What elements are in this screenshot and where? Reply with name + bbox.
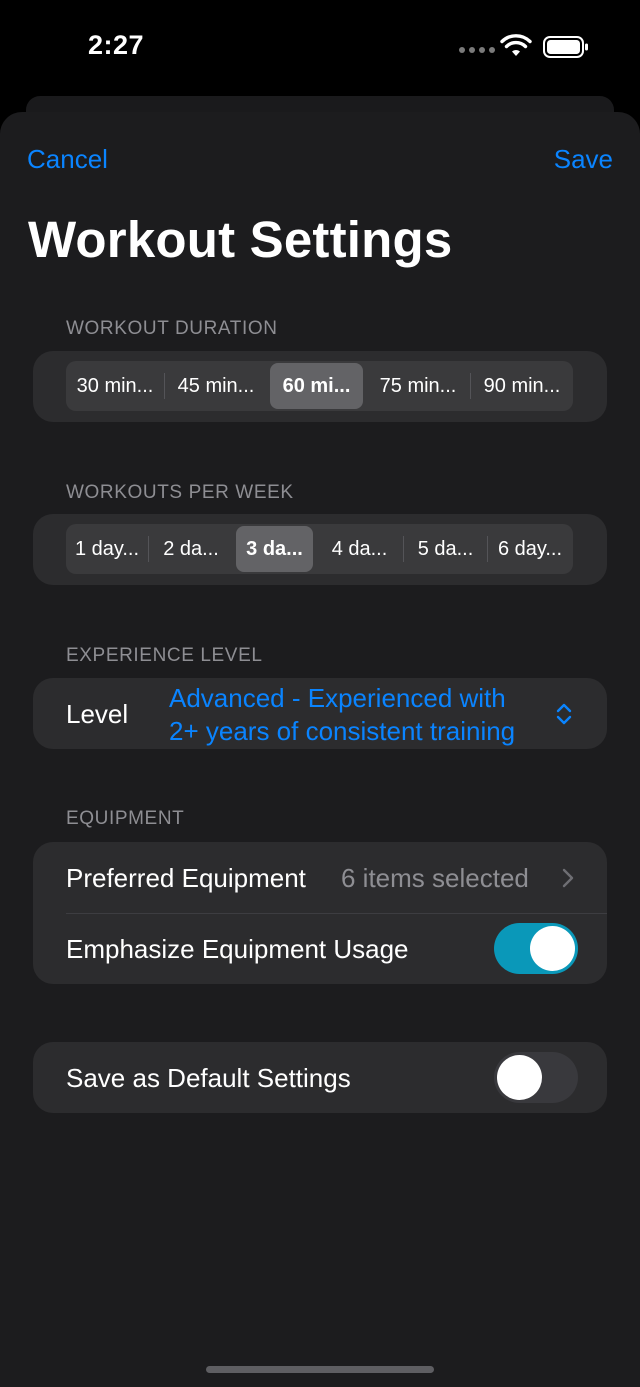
page-title: Workout Settings bbox=[28, 211, 453, 268]
cellular-signal-icon bbox=[459, 47, 495, 53]
save-default-label: Save as Default Settings bbox=[66, 1063, 351, 1093]
level-label: Level bbox=[66, 699, 129, 729]
save-button[interactable]: Save bbox=[554, 144, 613, 175]
toggle-knob bbox=[497, 1055, 542, 1100]
preferred-equipment-row[interactable]: Preferred Equipment 6 items selected bbox=[33, 842, 607, 913]
duration-option-30[interactable]: 30 min... bbox=[66, 363, 164, 409]
equipment-group: Preferred Equipment 6 items selected Emp… bbox=[33, 842, 607, 984]
wifi-icon bbox=[500, 34, 532, 56]
emphasize-equipment-label: Emphasize Equipment Usage bbox=[66, 934, 409, 964]
per-week-option-2[interactable]: 2 da... bbox=[149, 526, 233, 572]
settings-sheet bbox=[0, 112, 640, 1387]
experience-group[interactable]: Level Advanced - Experienced with 2+ yea… bbox=[33, 678, 607, 749]
section-header-duration: WORKOUT DURATION bbox=[66, 318, 278, 339]
save-default-toggle[interactable] bbox=[494, 1052, 578, 1103]
duration-segmented-control[interactable]: 30 min... 45 min... 60 mi... 75 min... 9… bbox=[66, 361, 573, 411]
battery-icon bbox=[543, 36, 588, 58]
row-divider bbox=[66, 913, 607, 914]
level-value-line-2: 2+ years of consistent training bbox=[169, 716, 516, 746]
preferred-equipment-label: Preferred Equipment bbox=[66, 863, 306, 893]
emphasize-equipment-toggle[interactable] bbox=[494, 923, 578, 974]
per-week-option-5[interactable]: 5 da... bbox=[404, 526, 487, 572]
preferred-equipment-value: 6 items selected bbox=[341, 863, 529, 893]
section-header-experience: EXPERIENCE LEVEL bbox=[66, 645, 263, 666]
toggle-knob bbox=[530, 926, 575, 971]
duration-option-45[interactable]: 45 min... bbox=[165, 363, 267, 409]
per-week-option-1[interactable]: 1 day... bbox=[66, 526, 148, 572]
level-picker-value[interactable]: Advanced - Experienced with 2+ years of … bbox=[169, 682, 549, 748]
status-time: 2:27 bbox=[88, 30, 145, 60]
chevron-right-icon bbox=[562, 868, 574, 888]
section-header-equipment: EQUIPMENT bbox=[66, 808, 185, 829]
duration-option-90[interactable]: 90 min... bbox=[471, 363, 573, 409]
duration-option-75[interactable]: 75 min... bbox=[366, 363, 470, 409]
per-week-option-3[interactable]: 3 da... bbox=[236, 526, 313, 572]
per-week-option-6[interactable]: 6 day... bbox=[488, 526, 572, 572]
per-week-option-4[interactable]: 4 da... bbox=[316, 526, 403, 572]
per-week-segmented-control[interactable]: 1 day... 2 da... 3 da... 4 da... 5 da...… bbox=[66, 524, 573, 574]
home-indicator[interactable] bbox=[206, 1366, 434, 1373]
duration-option-60[interactable]: 60 mi... bbox=[270, 363, 363, 409]
status-bar: 2:27 bbox=[0, 0, 640, 95]
section-header-per-week: WORKOUTS PER WEEK bbox=[66, 482, 294, 503]
chevron-up-down-icon bbox=[556, 703, 572, 725]
defaults-group: Save as Default Settings bbox=[33, 1042, 607, 1113]
per-week-group: 1 day... 2 da... 3 da... 4 da... 5 da...… bbox=[33, 514, 607, 585]
cancel-button[interactable]: Cancel bbox=[27, 144, 108, 175]
duration-group: 30 min... 45 min... 60 mi... 75 min... 9… bbox=[33, 351, 607, 422]
level-value-line-1: Advanced - Experienced with bbox=[169, 683, 506, 713]
